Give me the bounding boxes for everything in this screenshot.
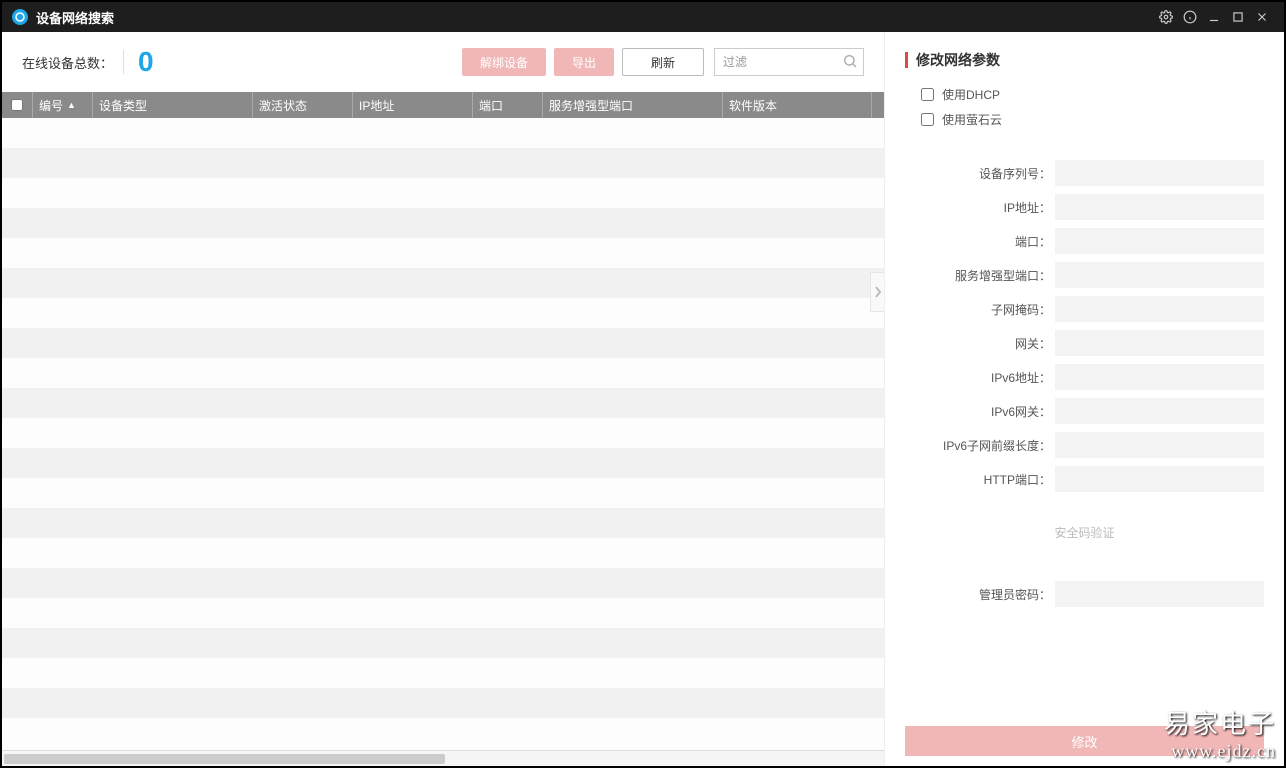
use-ezviz-label: 使用萤石云 [942,111,1002,128]
security-code-header: 安全码验证 [905,524,1264,541]
table-row [2,418,884,448]
filter-box [714,48,864,76]
use-dhcp-label: 使用DHCP [942,86,1000,103]
sort-asc-icon: ▲ [67,100,76,110]
table-row [2,688,884,718]
app-logo-icon [12,9,28,25]
table-row [2,208,884,238]
input-gateway[interactable] [1055,330,1264,356]
info-icon[interactable] [1178,5,1202,29]
label-ipv6-prefix: IPv6子网前缀长度： [905,437,1055,454]
use-dhcp-checkbox[interactable] [921,88,934,101]
column-version[interactable]: 软件版本 [722,92,871,118]
use-dhcp-row[interactable]: 使用DHCP [905,86,1264,103]
column-serial[interactable]: 编号▲ [32,92,92,118]
label-admin-password: 管理员密码： [905,586,1055,603]
titlebar: 设备网络搜索 [2,2,1284,32]
column-activation[interactable]: 激活状态 [252,92,352,118]
input-ipv6-prefix[interactable] [1055,432,1264,458]
table-row [2,238,884,268]
input-service-port[interactable] [1055,262,1264,288]
input-ipv6[interactable] [1055,364,1264,390]
table-row [2,448,884,478]
input-admin-password[interactable] [1055,581,1264,607]
title-accent-bar [905,52,908,68]
label-ipv6-gateway: IPv6网关： [905,403,1055,420]
label-subnet: 子网掩码： [905,301,1055,318]
maximize-icon[interactable] [1226,5,1250,29]
label-ipv6: IPv6地址： [905,369,1055,386]
select-all-column[interactable] [2,92,32,118]
input-serial[interactable] [1055,160,1264,186]
column-service-port[interactable]: 服务增强型端口 [542,92,722,118]
right-panel: 修改网络参数 使用DHCP 使用萤石云 设备序列号： IP地址： 端口： 服务增… [884,32,1284,766]
table-row [2,658,884,688]
table-body [2,118,884,750]
table-row [2,298,884,328]
column-ip[interactable]: IP地址 [352,92,472,118]
window-title: 设备网络搜索 [36,8,114,27]
table-row [2,388,884,418]
table-header: 编号▲ 设备类型 激活状态 IP地址 端口 服务增强型端口 软件版本 [2,92,884,118]
select-all-checkbox[interactable] [11,99,23,111]
table-row [2,598,884,628]
search-icon[interactable] [842,53,858,72]
input-ip[interactable] [1055,194,1264,220]
label-ip: IP地址： [905,199,1055,216]
label-port: 端口： [905,233,1055,250]
left-panel: 在线设备总数： 0 解绑设备 导出 刷新 编号▲ 设备类型 [2,32,884,766]
table-row [2,538,884,568]
body: 在线设备总数： 0 解绑设备 导出 刷新 编号▲ 设备类型 [2,32,1284,766]
use-ezviz-checkbox[interactable] [921,113,934,126]
use-ezviz-row[interactable]: 使用萤石云 [905,111,1264,128]
collapse-panel-button[interactable] [870,272,884,312]
table-row [2,508,884,538]
refresh-button[interactable]: 刷新 [622,48,704,76]
device-count-value: 0 [138,46,154,78]
label-serial: 设备序列号： [905,165,1055,182]
label-gateway: 网关： [905,335,1055,352]
settings-icon[interactable] [1154,5,1178,29]
panel-title: 修改网络参数 [905,50,1264,70]
column-port[interactable]: 端口 [472,92,542,118]
unbind-device-button[interactable]: 解绑设备 [462,48,546,76]
table-row [2,718,884,748]
modify-button[interactable]: 修改 [905,726,1264,756]
label-service-port: 服务增强型端口： [905,267,1055,284]
device-table: 编号▲ 设备类型 激活状态 IP地址 端口 服务增强型端口 软件版本 [2,92,884,766]
table-row [2,148,884,178]
minimize-icon[interactable] [1202,5,1226,29]
input-ipv6-gateway[interactable] [1055,398,1264,424]
horizontal-scrollbar[interactable] [2,750,884,766]
table-row [2,268,884,298]
table-row [2,568,884,598]
divider [123,50,124,74]
table-row [2,118,884,148]
app-window: 设备网络搜索 在线设备总数： 0 解绑设备 导出 刷新 [2,2,1284,766]
network-form: 设备序列号： IP地址： 端口： 服务增强型端口： 子网掩码： 网关： IPv6… [905,160,1264,500]
label-http-port: HTTP端口： [905,471,1055,488]
table-row [2,328,884,358]
export-button[interactable]: 导出 [554,48,614,76]
input-http-port[interactable] [1055,466,1264,492]
table-row [2,628,884,658]
table-row [2,178,884,208]
input-subnet[interactable] [1055,296,1264,322]
device-count-label: 在线设备总数： [22,53,113,72]
table-row [2,478,884,508]
column-device-type[interactable]: 设备类型 [92,92,252,118]
table-row [2,358,884,388]
column-extra[interactable] [871,92,884,118]
scrollbar-thumb[interactable] [4,754,445,764]
close-icon[interactable] [1250,5,1274,29]
input-port[interactable] [1055,228,1264,254]
toolbar: 在线设备总数： 0 解绑设备 导出 刷新 [2,32,884,92]
